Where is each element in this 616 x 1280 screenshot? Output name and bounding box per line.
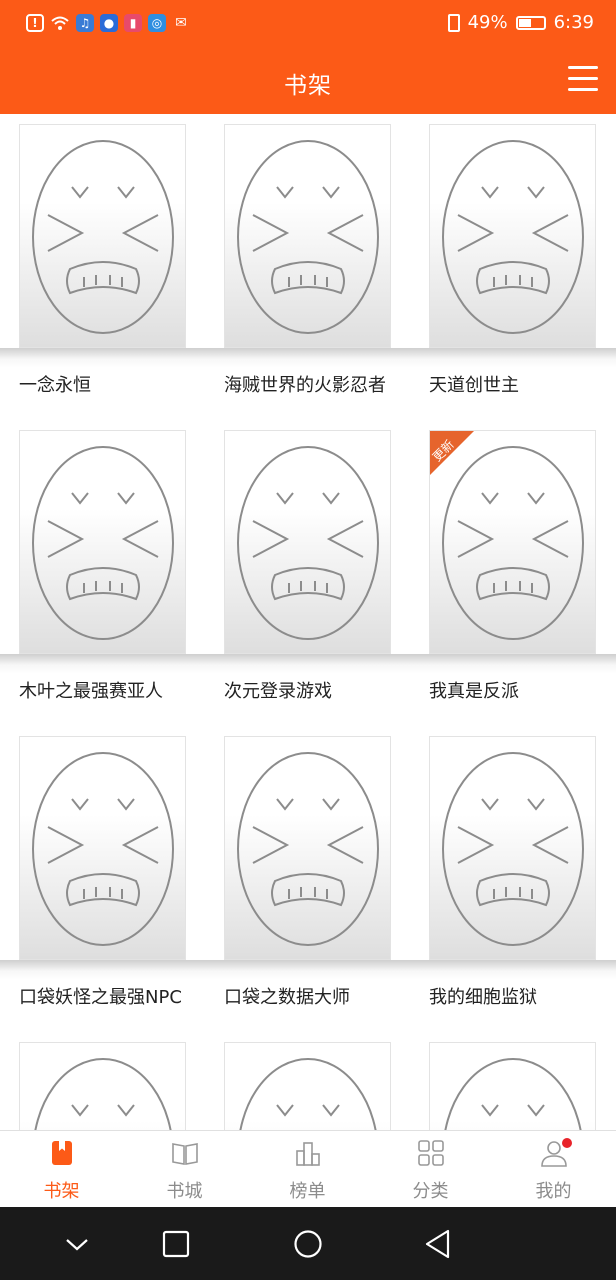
placeholder-face-icon xyxy=(442,140,584,334)
placeholder-face-icon xyxy=(32,140,174,334)
tab-label: 我的 xyxy=(535,1181,572,1202)
tab-category[interactable]: 分类 xyxy=(369,1131,492,1208)
book-cover[interactable] xyxy=(19,1042,186,1130)
shelf-plank xyxy=(0,654,616,674)
tab-label: 分类 xyxy=(412,1181,449,1202)
battery-percent: 49% xyxy=(467,12,508,33)
book-title[interactable]: 海贼世界的火影忍者 xyxy=(224,374,396,398)
tab-bookshelf[interactable]: 书架 xyxy=(0,1131,123,1208)
recent-apps-button[interactable] xyxy=(159,1227,193,1261)
tab-label: 书城 xyxy=(166,1181,203,1202)
bookshelf: 更新 一念永恒 海贼世界的火影忍者 天道创世主木叶之最强赛亚人 次元登录游戏 我真是反派口… xyxy=(0,114,616,1130)
alert-icon: ! xyxy=(26,14,44,32)
book-cover[interactable] xyxy=(429,736,596,960)
book-title[interactable]: 一念永恒 xyxy=(19,374,191,398)
book-cover[interactable] xyxy=(224,430,391,654)
placeholder-face-icon xyxy=(237,140,379,334)
book-cover[interactable] xyxy=(429,124,596,348)
system-nav-bar xyxy=(0,1207,616,1280)
placeholder-face-icon xyxy=(239,1058,377,1130)
shelf-plank xyxy=(0,348,616,368)
bulb-app-icon: ● xyxy=(100,14,118,32)
placeholder-face-icon xyxy=(237,446,379,640)
battery-icon xyxy=(515,15,546,30)
placeholder-face-icon xyxy=(442,752,584,946)
book-cover[interactable] xyxy=(224,124,391,348)
book-cover[interactable] xyxy=(429,1042,596,1130)
book-title[interactable]: 我的细胞监狱 xyxy=(429,986,601,1010)
placeholder-face-icon xyxy=(34,1058,172,1130)
shelf-plank xyxy=(0,960,616,980)
placeholder-face-icon xyxy=(32,752,174,946)
page-title: 书架 xyxy=(284,73,332,99)
tab-profile[interactable]: 我的 xyxy=(492,1131,615,1208)
book-title[interactable]: 天道创世主 xyxy=(429,374,601,398)
menu-button[interactable] xyxy=(568,66,598,94)
tab-label: 榜单 xyxy=(289,1181,326,1202)
home-button[interactable] xyxy=(291,1227,325,1261)
book-title[interactable]: 口袋之数据大师 xyxy=(224,986,396,1010)
book-cover[interactable] xyxy=(19,430,186,654)
tab-ranking[interactable]: 榜单 xyxy=(246,1131,369,1208)
bottom-tab-bar: 书架 书城 榜单 分类 我的 xyxy=(0,1130,616,1208)
book-app-icon: ▮ xyxy=(124,14,142,32)
book-cover[interactable]: 更新 xyxy=(429,430,596,654)
back-button[interactable] xyxy=(421,1227,455,1261)
book-title[interactable]: 木叶之最强赛亚人 xyxy=(19,680,191,704)
wechat-icon: ✉ xyxy=(175,15,187,31)
notification-dot xyxy=(562,1138,572,1148)
book-title[interactable]: 次元登录游戏 xyxy=(224,680,396,704)
book-title[interactable]: 口袋妖怪之最强NPC xyxy=(19,986,191,1010)
book-open-icon xyxy=(171,1139,199,1167)
grid-icon xyxy=(417,1139,445,1167)
book-title[interactable]: 我真是反派 xyxy=(429,680,601,704)
wifi-icon xyxy=(50,14,70,32)
app-bar: 书架 xyxy=(0,48,616,114)
placeholder-face-icon xyxy=(237,752,379,946)
placeholder-face-icon xyxy=(444,1058,582,1130)
clock: 6:39 xyxy=(553,12,594,33)
vibrate-icon xyxy=(447,13,460,32)
bookshelf-icon xyxy=(48,1139,76,1167)
book-cover[interactable] xyxy=(224,736,391,960)
book-cover[interactable] xyxy=(19,736,186,960)
book-cover[interactable] xyxy=(224,1042,391,1130)
update-badge: 更新 xyxy=(430,431,474,475)
chevron-down-icon[interactable] xyxy=(60,1227,94,1261)
music-app-icon: ♫ xyxy=(76,14,94,32)
tab-bookstore[interactable]: 书城 xyxy=(123,1131,246,1208)
status-bar: ! ♫ ● ▮ ◎ ✉ 49% 6:39 xyxy=(0,0,616,48)
chart-bars-icon xyxy=(294,1139,322,1167)
placeholder-face-icon xyxy=(32,446,174,640)
browser-app-icon: ◎ xyxy=(148,14,166,32)
tab-label: 书架 xyxy=(43,1181,80,1202)
book-cover[interactable] xyxy=(19,124,186,348)
